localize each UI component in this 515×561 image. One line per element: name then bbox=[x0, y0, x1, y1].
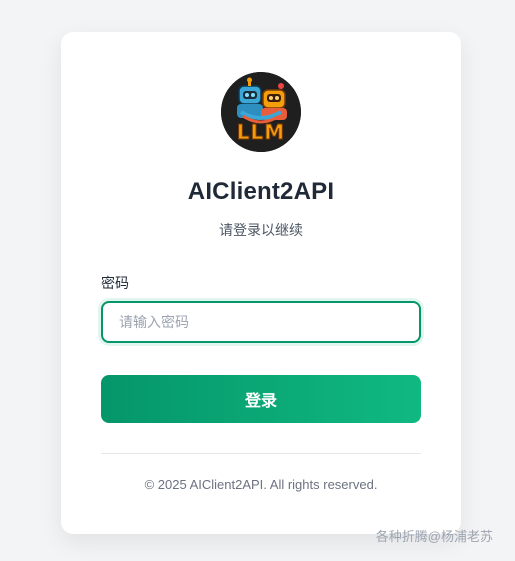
password-label: 密码 bbox=[101, 275, 129, 291]
footer-copyright: © 2025 AIClient2API. All rights reserved… bbox=[144, 477, 378, 492]
page-subtitle: 请登录以继续 bbox=[219, 222, 303, 238]
divider bbox=[101, 453, 421, 454]
page-title: AIClient2API bbox=[187, 178, 335, 205]
password-input[interactable] bbox=[101, 301, 421, 343]
login-button[interactable]: 登录 bbox=[101, 375, 421, 423]
watermark: 各种折腾@杨浦老苏 bbox=[375, 529, 493, 544]
logo-text: LLM bbox=[236, 120, 286, 145]
login-card: LLM AIClient2API 请登录以继续 密码 登录 © 2025 AIC… bbox=[61, 32, 461, 534]
robot-logo-icon: LLM bbox=[221, 72, 301, 152]
